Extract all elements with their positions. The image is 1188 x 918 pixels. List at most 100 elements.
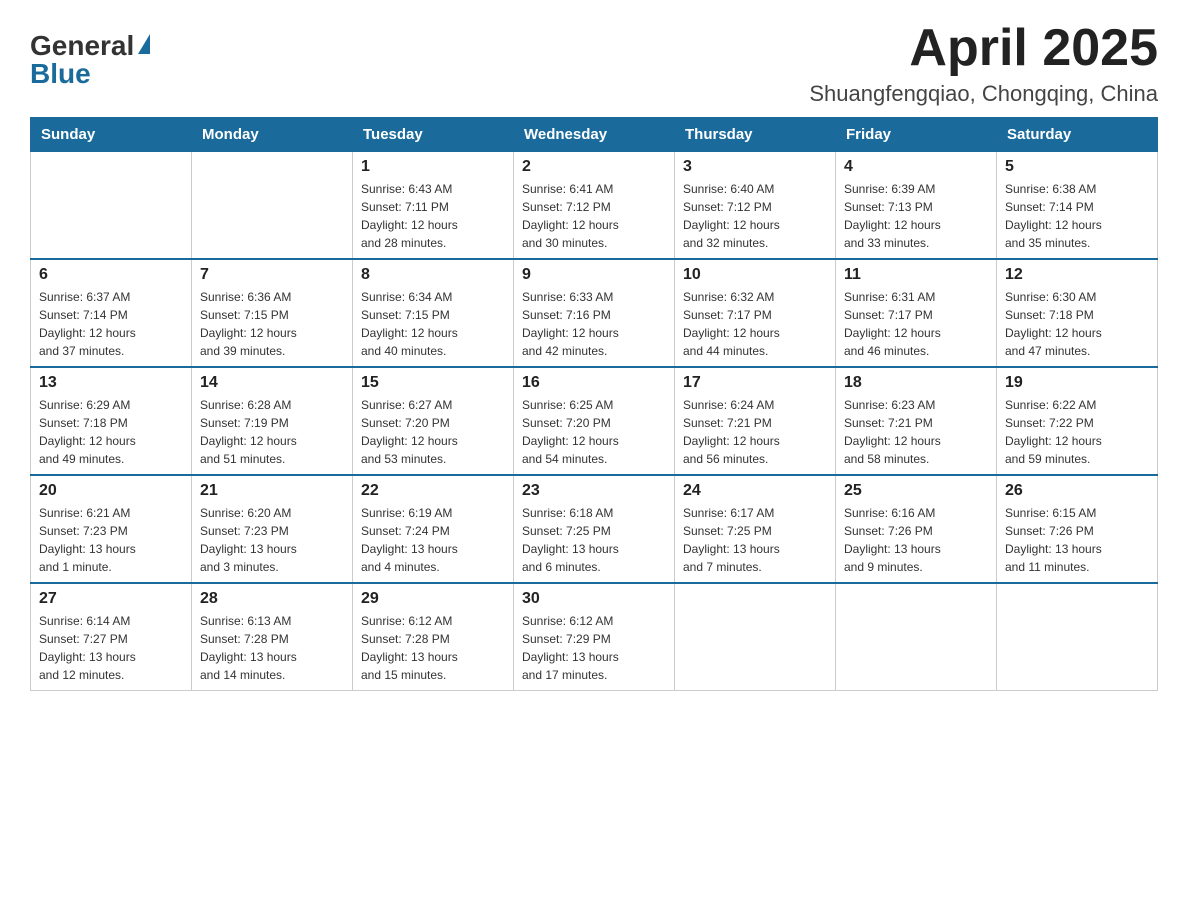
day-number: 30 <box>522 590 666 608</box>
calendar-cell: 3 Sunrise: 6:40 AM Sunset: 7:12 PM Daylig… <box>675 152 836 260</box>
day-number: 17 <box>683 374 827 392</box>
calendar-cell: 6Sunrise: 6:37 AM Sunset: 7:14 PM Daylig… <box>31 259 192 367</box>
calendar-cell: 8Sunrise: 6:34 AM Sunset: 7:15 PM Daylig… <box>353 259 514 367</box>
day-info: Sunrise: 6:36 AM Sunset: 7:15 PM Dayligh… <box>200 288 344 360</box>
calendar-cell: 17 Sunrise: 6:24 AM Sunset: 7:21 PM Dayli… <box>675 367 836 475</box>
logo-triangle-icon <box>138 34 150 54</box>
logo-blue-text: Blue <box>30 58 91 90</box>
day-info: Sunrise: 6:31 AM Sunset: 7:17 PM Dayligh… <box>844 288 988 360</box>
day-number: 28 <box>200 590 344 608</box>
day-info: Sunrise: 6:43 AM Sunset: 7:11 PM Dayligh… <box>361 180 505 252</box>
day-info: Sunrise: 6:13 AM Sunset: 7:28 PM Dayligh… <box>200 612 344 684</box>
day-info: Sunrise: 6:38 AM Sunset: 7:14 PM Dayligh… <box>1005 180 1149 252</box>
day-number: 3 <box>683 158 827 176</box>
calendar-cell: 4 Sunrise: 6:39 AM Sunset: 7:13 PM Daylig… <box>836 152 997 260</box>
logo: General Blue <box>30 30 150 90</box>
day-info: Sunrise: 6:12 AM Sunset: 7:29 PM Dayligh… <box>522 612 666 684</box>
calendar-cell: 18Sunrise: 6:23 AM Sunset: 7:21 PM Dayli… <box>836 367 997 475</box>
day-info: Sunrise: 6:32 AM Sunset: 7:17 PM Dayligh… <box>683 288 827 360</box>
day-number: 1 <box>361 158 505 176</box>
day-number: 6 <box>39 266 183 284</box>
day-number: 21 <box>200 482 344 500</box>
calendar-cell: 9Sunrise: 6:33 AM Sunset: 7:16 PM Daylig… <box>514 259 675 367</box>
calendar-cell: 25Sunrise: 6:16 AM Sunset: 7:26 PM Dayli… <box>836 475 997 583</box>
day-number: 14 <box>200 374 344 392</box>
day-info: Sunrise: 6:39 AM Sunset: 7:13 PM Dayligh… <box>844 180 988 252</box>
day-info: Sunrise: 6:21 AM Sunset: 7:23 PM Dayligh… <box>39 504 183 576</box>
day-number: 29 <box>361 590 505 608</box>
calendar-cell <box>836 583 997 691</box>
calendar-cell: 11Sunrise: 6:31 AM Sunset: 7:17 PM Dayli… <box>836 259 997 367</box>
day-info: Sunrise: 6:16 AM Sunset: 7:26 PM Dayligh… <box>844 504 988 576</box>
day-number: 15 <box>361 374 505 392</box>
day-info: Sunrise: 6:30 AM Sunset: 7:18 PM Dayligh… <box>1005 288 1149 360</box>
day-number: 5 <box>1005 158 1149 176</box>
title-area: April 2025 Shuangfengqiao, Chongqing, Ch… <box>809 20 1158 107</box>
calendar-cell <box>31 152 192 260</box>
day-number: 13 <box>39 374 183 392</box>
calendar-cell: 21Sunrise: 6:20 AM Sunset: 7:23 PM Dayli… <box>192 475 353 583</box>
calendar-cell: 19Sunrise: 6:22 AM Sunset: 7:22 PM Dayli… <box>997 367 1158 475</box>
weekday-header-monday: Monday <box>192 118 353 152</box>
day-info: Sunrise: 6:41 AM Sunset: 7:12 PM Dayligh… <box>522 180 666 252</box>
day-number: 2 <box>522 158 666 176</box>
weekday-header-thursday: Thursday <box>675 118 836 152</box>
day-info: Sunrise: 6:22 AM Sunset: 7:22 PM Dayligh… <box>1005 396 1149 468</box>
location-title: Shuangfengqiao, Chongqing, China <box>809 81 1158 107</box>
calendar-cell: 20 Sunrise: 6:21 AM Sunset: 7:23 PM Dayli… <box>31 475 192 583</box>
calendar-cell: 24Sunrise: 6:17 AM Sunset: 7:25 PM Dayli… <box>675 475 836 583</box>
calendar-week-row: 20 Sunrise: 6:21 AM Sunset: 7:23 PM Dayli… <box>31 475 1158 583</box>
weekday-header-friday: Friday <box>836 118 997 152</box>
weekday-header-saturday: Saturday <box>997 118 1158 152</box>
day-info: Sunrise: 6:29 AM Sunset: 7:18 PM Dayligh… <box>39 396 183 468</box>
calendar-cell: 28 Sunrise: 6:13 AM Sunset: 7:28 PM Dayli… <box>192 583 353 691</box>
day-number: 27 <box>39 590 183 608</box>
calendar-cell: 30 Sunrise: 6:12 AM Sunset: 7:29 PM Dayli… <box>514 583 675 691</box>
calendar-cell: 1 Sunrise: 6:43 AM Sunset: 7:11 PM Daylig… <box>353 152 514 260</box>
day-number: 10 <box>683 266 827 284</box>
calendar-cell: 15Sunrise: 6:27 AM Sunset: 7:20 PM Dayli… <box>353 367 514 475</box>
weekday-header-wednesday: Wednesday <box>514 118 675 152</box>
day-number: 26 <box>1005 482 1149 500</box>
calendar-cell: 29 Sunrise: 6:12 AM Sunset: 7:28 PM Dayli… <box>353 583 514 691</box>
calendar-cell: 13 Sunrise: 6:29 AM Sunset: 7:18 PM Dayli… <box>31 367 192 475</box>
day-info: Sunrise: 6:24 AM Sunset: 7:21 PM Dayligh… <box>683 396 827 468</box>
day-info: Sunrise: 6:19 AM Sunset: 7:24 PM Dayligh… <box>361 504 505 576</box>
day-info: Sunrise: 6:25 AM Sunset: 7:20 PM Dayligh… <box>522 396 666 468</box>
calendar-cell: 16 Sunrise: 6:25 AM Sunset: 7:20 PM Dayli… <box>514 367 675 475</box>
day-number: 18 <box>844 374 988 392</box>
calendar-week-row: 13 Sunrise: 6:29 AM Sunset: 7:18 PM Dayli… <box>31 367 1158 475</box>
calendar-cell: 23Sunrise: 6:18 AM Sunset: 7:25 PM Dayli… <box>514 475 675 583</box>
day-number: 4 <box>844 158 988 176</box>
day-info: Sunrise: 6:14 AM Sunset: 7:27 PM Dayligh… <box>39 612 183 684</box>
day-info: Sunrise: 6:17 AM Sunset: 7:25 PM Dayligh… <box>683 504 827 576</box>
calendar-cell: 27 Sunrise: 6:14 AM Sunset: 7:27 PM Dayli… <box>31 583 192 691</box>
calendar-cell: 12 Sunrise: 6:30 AM Sunset: 7:18 PM Dayli… <box>997 259 1158 367</box>
day-info: Sunrise: 6:12 AM Sunset: 7:28 PM Dayligh… <box>361 612 505 684</box>
calendar-cell: 2 Sunrise: 6:41 AM Sunset: 7:12 PM Daylig… <box>514 152 675 260</box>
calendar-cell: 22 Sunrise: 6:19 AM Sunset: 7:24 PM Dayli… <box>353 475 514 583</box>
calendar-cell: 7 Sunrise: 6:36 AM Sunset: 7:15 PM Daylig… <box>192 259 353 367</box>
day-number: 8 <box>361 266 505 284</box>
calendar-cell <box>192 152 353 260</box>
page-header: General Blue April 2025 Shuangfengqiao, … <box>30 20 1158 107</box>
calendar-table: SundayMondayTuesdayWednesdayThursdayFrid… <box>30 117 1158 691</box>
day-number: 16 <box>522 374 666 392</box>
day-number: 12 <box>1005 266 1149 284</box>
day-info: Sunrise: 6:40 AM Sunset: 7:12 PM Dayligh… <box>683 180 827 252</box>
weekday-header-row: SundayMondayTuesdayWednesdayThursdayFrid… <box>31 118 1158 152</box>
weekday-header-sunday: Sunday <box>31 118 192 152</box>
calendar-cell <box>997 583 1158 691</box>
day-info: Sunrise: 6:28 AM Sunset: 7:19 PM Dayligh… <box>200 396 344 468</box>
calendar-cell: 10 Sunrise: 6:32 AM Sunset: 7:17 PM Dayli… <box>675 259 836 367</box>
day-info: Sunrise: 6:33 AM Sunset: 7:16 PM Dayligh… <box>522 288 666 360</box>
calendar-week-row: 6Sunrise: 6:37 AM Sunset: 7:14 PM Daylig… <box>31 259 1158 367</box>
day-number: 20 <box>39 482 183 500</box>
day-number: 7 <box>200 266 344 284</box>
month-title: April 2025 <box>809 20 1158 77</box>
calendar-cell <box>675 583 836 691</box>
calendar-cell: 14 Sunrise: 6:28 AM Sunset: 7:19 PM Dayli… <box>192 367 353 475</box>
day-number: 22 <box>361 482 505 500</box>
calendar-week-row: 1 Sunrise: 6:43 AM Sunset: 7:11 PM Daylig… <box>31 152 1158 260</box>
calendar-week-row: 27 Sunrise: 6:14 AM Sunset: 7:27 PM Dayli… <box>31 583 1158 691</box>
